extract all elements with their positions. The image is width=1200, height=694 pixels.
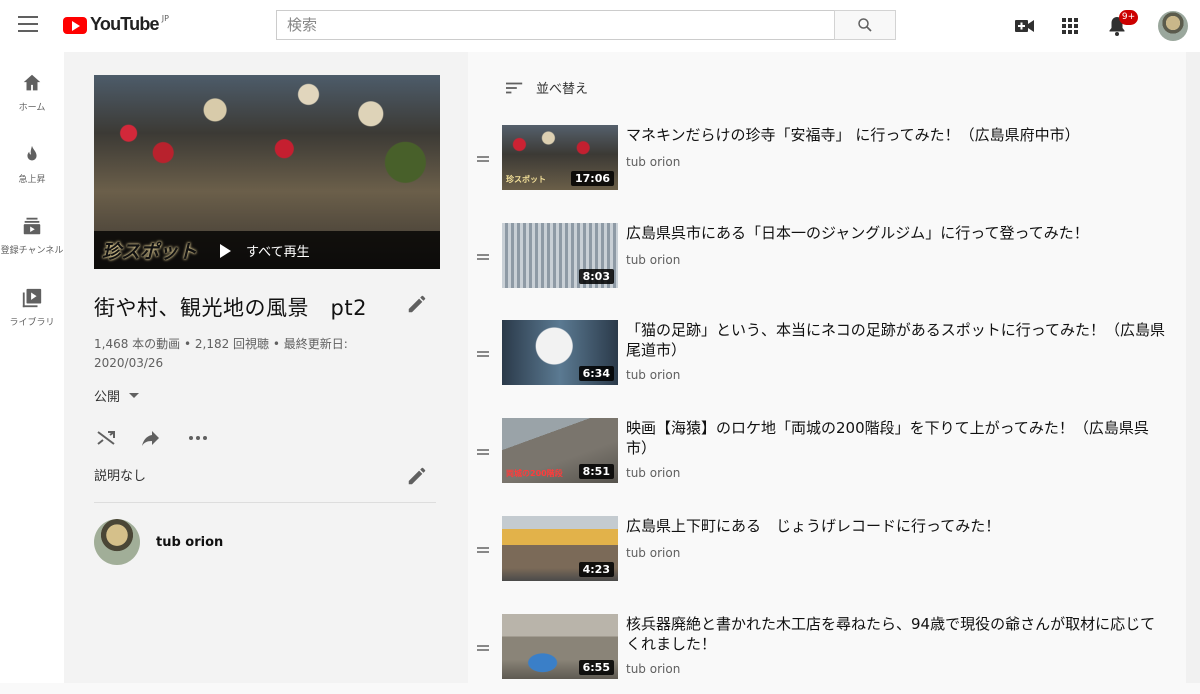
- play-all-button[interactable]: すべて再生: [220, 241, 310, 260]
- thumbnail-caption: 両城の200階段: [506, 469, 563, 478]
- guide-sidebar: ホーム 急上昇 登録チャンネル ライブラリ: [0, 52, 64, 683]
- search-icon: [858, 18, 872, 32]
- playlist-video-list: 並べ替え 珍スポット 17:06 マネキンだらけの珍寺「安福寺」 に行ってみた！…: [468, 52, 1200, 683]
- playlist-hero-thumbnail[interactable]: 珍スポット すべて再生: [94, 75, 440, 269]
- drag-handle-icon[interactable]: [477, 645, 489, 651]
- sidebar-item-label: ホーム: [18, 103, 46, 113]
- shuffle-icon[interactable]: [94, 426, 118, 450]
- home-icon: [23, 74, 41, 91]
- sidebar-item-subscriptions[interactable]: 登録チャンネル: [0, 215, 64, 256]
- video-owner[interactable]: tub orion: [626, 466, 680, 480]
- playlist-video-item[interactable]: 6:34 「猫の足跡」という、本当にネコの足跡があるスポットに行ってみた！（広島…: [468, 320, 1200, 400]
- hamburger-menu-icon[interactable]: [18, 16, 38, 36]
- youtube-play-icon: [63, 17, 87, 34]
- video-owner[interactable]: tub orion: [626, 155, 680, 169]
- video-duration: 6:55: [578, 660, 614, 675]
- drag-handle-icon[interactable]: [477, 254, 489, 260]
- logo-text: YouTube: [90, 14, 160, 34]
- caret-down-icon: [129, 393, 140, 398]
- search-input[interactable]: [276, 10, 834, 40]
- video-thumbnail[interactable]: 6:55: [502, 614, 618, 679]
- edit-description-pencil-icon[interactable]: [406, 465, 428, 487]
- thumbnail-caption: 珍スポット: [506, 175, 546, 184]
- video-duration: 8:51: [578, 464, 614, 479]
- divider: [94, 502, 436, 503]
- youtube-logo[interactable]: YouTube JP: [63, 14, 169, 38]
- privacy-dropdown[interactable]: 公開: [94, 386, 140, 405]
- apps-grid-icon[interactable]: [1058, 14, 1082, 38]
- video-title[interactable]: マネキンだらけの珍寺「安福寺」 に行ってみた！（広島県府中市）: [626, 125, 1166, 145]
- notification-count-badge: 9+: [1119, 10, 1138, 25]
- video-thumbnail[interactable]: 8:03: [502, 223, 618, 288]
- sidebar-item-label: 急上昇: [18, 175, 46, 185]
- page-scrollbar[interactable]: [1186, 52, 1200, 683]
- flame-icon: [27, 145, 37, 161]
- playlist-title: 街や村、観光地の風景 pt2: [94, 296, 367, 320]
- play-all-overlay[interactable]: 珍スポット すべて再生: [94, 231, 440, 269]
- account-avatar[interactable]: [1158, 11, 1188, 41]
- play-icon: [220, 243, 231, 258]
- drag-handle-icon[interactable]: [477, 156, 489, 162]
- video-title[interactable]: 広島県上下町にある じょうげレコードに行ってみた！: [626, 516, 1166, 536]
- video-owner[interactable]: tub orion: [626, 662, 680, 676]
- playlist-description: 説明なし: [94, 469, 147, 484]
- search-bar: [276, 10, 896, 40]
- video-owner[interactable]: tub orion: [626, 546, 680, 560]
- playlist-video-item[interactable]: 珍スポット 17:06 マネキンだらけの珍寺「安福寺」 に行ってみた！（広島県府…: [468, 125, 1200, 205]
- playlist-stats: 1,468 本の動画 • 2,182 回視聴 • 最終更新日: 2020/03/…: [94, 335, 394, 373]
- owner-name-link[interactable]: tub orion: [156, 535, 223, 550]
- video-thumbnail[interactable]: 両城の200階段 8:51: [502, 418, 618, 483]
- drag-handle-icon[interactable]: [477, 449, 489, 455]
- playlist-video-item[interactable]: 8:03 広島県呉市にある「日本一のジャングルジム」に行って登ってみた！ tub…: [468, 223, 1200, 303]
- sidebar-item-home[interactable]: ホーム: [0, 72, 64, 113]
- play-all-label: すべて再生: [246, 245, 310, 260]
- sort-label: 並べ替え: [536, 82, 589, 97]
- sidebar-item-label: 登録チャンネル: [0, 246, 64, 256]
- video-duration: 4:23: [578, 562, 614, 577]
- playlist-updated-date: 2020/03/26: [94, 356, 164, 370]
- video-thumbnail[interactable]: 珍スポット 17:06: [502, 125, 618, 190]
- video-thumbnail[interactable]: 4:23: [502, 516, 618, 581]
- drag-handle-icon[interactable]: [477, 547, 489, 553]
- video-duration: 17:06: [570, 171, 614, 186]
- create-video-icon[interactable]: [1012, 14, 1036, 38]
- playlist-sidebar: 珍スポット すべて再生 街や村、観光地の風景 pt2 1,468 本の動画 • …: [64, 52, 468, 683]
- playlist-video-item[interactable]: 6:55 核兵器廃絶と書かれた木工店を尋ねたら、94歳で現役の爺さんが取材に応じ…: [468, 614, 1200, 694]
- masthead: YouTube JP 9+: [0, 0, 1200, 52]
- library-icon: [22, 288, 42, 308]
- video-title[interactable]: 「猫の足跡」という、本当にネコの足跡があるスポットに行ってみた！（広島県尾道市）: [626, 320, 1166, 360]
- video-thumbnail[interactable]: 6:34: [502, 320, 618, 385]
- sidebar-item-label: ライブラリ: [9, 318, 55, 328]
- logo-region: JP: [161, 14, 169, 23]
- share-icon[interactable]: [138, 426, 162, 450]
- sort-button[interactable]: 並べ替え: [504, 78, 588, 97]
- sort-icon: [506, 82, 523, 93]
- thumbnail-caption: 珍スポット: [102, 241, 198, 263]
- video-title[interactable]: 核兵器廃絶と書かれた木工店を尋ねたら、94歳で現役の爺さんが取材に応じてくれまし…: [626, 614, 1166, 654]
- video-title[interactable]: 広島県呉市にある「日本一のジャングルジム」に行って登ってみた！: [626, 223, 1166, 243]
- playlist-stats-line: 1,468 本の動画 • 2,182 回視聴 • 最終更新日:: [94, 337, 348, 351]
- video-duration: 6:34: [578, 366, 614, 381]
- video-owner[interactable]: tub orion: [626, 253, 680, 267]
- owner-avatar[interactable]: [94, 519, 140, 565]
- subscriptions-icon: [23, 217, 41, 235]
- sidebar-item-trending[interactable]: 急上昇: [0, 144, 64, 185]
- playlist-video-item[interactable]: 4:23 広島県上下町にある じょうげレコードに行ってみた！ tub orion: [468, 516, 1200, 596]
- video-owner[interactable]: tub orion: [626, 368, 680, 382]
- more-actions-icon[interactable]: [186, 426, 210, 450]
- edit-title-pencil-icon[interactable]: [406, 293, 428, 315]
- drag-handle-icon[interactable]: [477, 351, 489, 357]
- playlist-video-item[interactable]: 両城の200階段 8:51 映画【海猿】のロケ地「両城の200階段」を下りて上が…: [468, 418, 1200, 498]
- video-duration: 8:03: [578, 269, 614, 284]
- privacy-label: 公開: [94, 390, 121, 405]
- video-title[interactable]: 映画【海猿】のロケ地「両城の200階段」を下りて上がってみた！（広島県呉市）: [626, 418, 1166, 458]
- search-button[interactable]: [834, 10, 896, 40]
- sidebar-item-library[interactable]: ライブラリ: [0, 287, 64, 328]
